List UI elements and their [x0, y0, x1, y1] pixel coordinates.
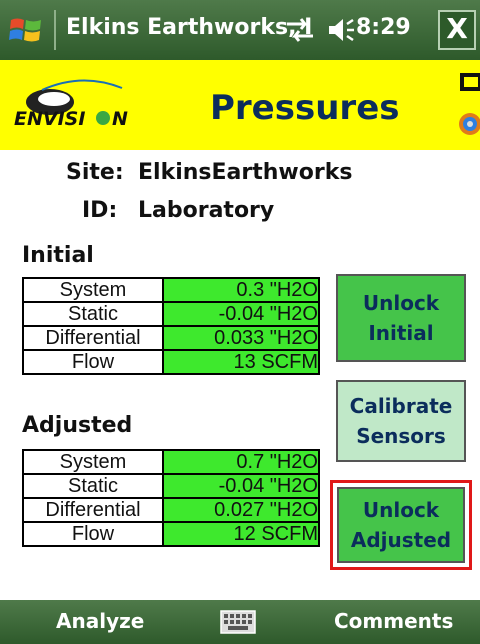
title-separator: [54, 10, 56, 50]
param-value[interactable]: 13 SCFM: [162, 349, 320, 375]
comments-softkey[interactable]: Comments: [334, 609, 453, 633]
table-row: Static -0.04 "H2O: [22, 301, 320, 327]
clock-time[interactable]: 8:29: [356, 15, 411, 40]
param-value[interactable]: 0.027 "H2O: [162, 497, 320, 523]
table-row: Static -0.04 "H2O: [22, 473, 320, 499]
close-button[interactable]: X: [438, 10, 476, 50]
svg-text:N: N: [112, 108, 128, 130]
param-value[interactable]: 12 SCFM: [162, 521, 320, 547]
param-name: System: [22, 449, 164, 475]
param-name: Differential: [22, 497, 164, 523]
param-value[interactable]: 0.033 "H2O: [162, 325, 320, 351]
param-value[interactable]: -0.04 "H2O: [162, 473, 320, 499]
param-value[interactable]: 0.3 "H2O: [162, 277, 320, 303]
keyboard-icon[interactable]: [220, 610, 256, 634]
param-name: Flow: [22, 349, 164, 375]
button-label-line2: Sensors: [356, 424, 446, 448]
table-row: System 0.3 "H2O: [22, 277, 320, 303]
button-label-line1: Calibrate: [349, 394, 453, 418]
title-bar: Elkins Earthworks, I 8:29 X: [0, 0, 480, 60]
param-name: Static: [22, 473, 164, 499]
softkey-bar: Analyze Comments: [0, 600, 480, 644]
param-name: System: [22, 277, 164, 303]
volume-icon[interactable]: [325, 16, 355, 44]
button-label: Unlock Initial: [363, 288, 439, 348]
param-name: Differential: [22, 325, 164, 351]
id-label: ID:: [82, 198, 118, 223]
site-value: ElkinsEarthworks: [138, 160, 353, 185]
button-label-line2: Adjusted: [350, 528, 452, 552]
adjusted-pressure-table: System 0.7 "H2O Static -0.04 "H2O Differ…: [22, 449, 320, 547]
param-value[interactable]: -0.04 "H2O: [162, 301, 320, 327]
table-row: Differential 0.027 "H2O: [22, 497, 320, 523]
unlock-adjusted-button[interactable]: Unlock Adjusted: [337, 487, 465, 563]
table-row: Flow 13 SCFM: [22, 349, 320, 375]
disc-icon: [459, 113, 480, 135]
windows-start-icon[interactable]: [8, 12, 44, 48]
calibrate-sensors-button[interactable]: Calibrate Sensors: [336, 380, 466, 462]
app-header: ENVISI N Pressures: [0, 60, 480, 150]
envision-logo: ENVISI N: [14, 79, 128, 130]
adjusted-section-title: Adjusted: [22, 413, 133, 438]
param-value[interactable]: 0.7 "H2O: [162, 449, 320, 475]
button-label-line1: Unlock: [362, 498, 440, 522]
table-row: System 0.7 "H2O: [22, 449, 320, 475]
button-label-line2: Initial: [368, 321, 434, 345]
button-label: Unlock Adjusted: [351, 495, 451, 555]
svg-text:ENVISI: ENVISI: [14, 108, 85, 130]
id-value: Laboratory: [138, 198, 275, 223]
button-label: Calibrate Sensors: [350, 391, 453, 451]
initial-section-title: Initial: [22, 243, 94, 268]
site-label: Site:: [66, 160, 124, 185]
param-name: Flow: [22, 521, 164, 547]
initial-pressure-table: System 0.3 "H2O Static -0.04 "H2O Differ…: [22, 277, 320, 375]
unlock-initial-button[interactable]: Unlock Initial: [336, 274, 466, 362]
window-title: Elkins Earthworks, I: [66, 15, 313, 40]
table-row: Flow 12 SCFM: [22, 521, 320, 547]
analyze-softkey[interactable]: Analyze: [56, 609, 144, 633]
connectivity-icon[interactable]: [283, 14, 317, 46]
battery-icon: [460, 73, 480, 91]
page-title: Pressures: [210, 88, 400, 128]
table-row: Differential 0.033 "H2O: [22, 325, 320, 351]
param-name: Static: [22, 301, 164, 327]
button-label-line1: Unlock: [362, 291, 440, 315]
